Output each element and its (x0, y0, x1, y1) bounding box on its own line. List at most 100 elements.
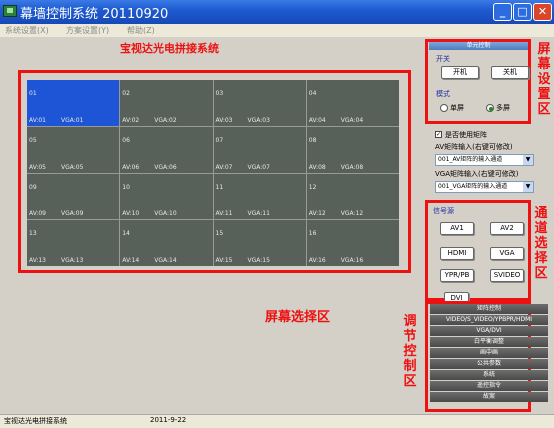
screen-cell-vga: VGA:09 (61, 210, 84, 218)
screen-cell[interactable]: 05 AV:05 VGA:05 (27, 126, 120, 173)
screen-cell-num: 16 (308, 230, 317, 238)
signal-hdmi-button[interactable]: HDMI (440, 247, 474, 260)
maximize-button[interactable]: □ (513, 3, 532, 21)
unit-control-title: 单元控制 (429, 42, 528, 50)
screen-cell-num: 08 (308, 136, 317, 144)
close-icon: ✕ (537, 5, 548, 18)
screen-cell-av: AV:07 (215, 163, 233, 171)
screen-cell-av: AV:05 (29, 163, 46, 171)
screen-cell-av: AV:08 (308, 163, 326, 171)
screen-cell-av: AV:01 (29, 116, 46, 124)
screen-cell-vga: VGA:16 (340, 257, 364, 264)
screen-cell[interactable]: 08 AV:08 VGA:08 (306, 126, 399, 173)
screen-cell-num: 12 (308, 183, 317, 191)
screen-cell[interactable]: 02 AV:02 VGA:02 (120, 80, 213, 126)
screen-cell[interactable]: 12 AV:12 VGA:12 (306, 173, 399, 220)
accordion-remote-commands[interactable]: 遥控指令 (430, 381, 548, 391)
accordion-pip[interactable]: 画中画 (430, 348, 548, 358)
menu-scheme-settings[interactable]: 方案设置(Y) (66, 25, 109, 36)
screen-cell-num: 09 (29, 183, 37, 191)
signal-av1-button[interactable]: AV1 (440, 222, 474, 235)
screen-cell-num: 14 (122, 230, 130, 238)
minimize-button[interactable]: _ (493, 3, 512, 21)
screen-cell[interactable]: 15 AV:15 VGA:15 (213, 220, 306, 266)
screen-cell-vga: VGA:14 (154, 257, 177, 264)
close-button[interactable]: ✕ (533, 3, 552, 21)
signal-svideo-button[interactable]: SVIDEO (490, 269, 524, 282)
screen-cell[interactable]: 04 AV:04 VGA:04 (306, 80, 399, 126)
signal-ypr-button[interactable]: YPR/PB (440, 269, 474, 282)
adjust-control-annotation: 调节控制区 (403, 314, 417, 389)
screen-cell-vga: VGA:12 (340, 210, 364, 218)
screen-cell[interactable]: 06 AV:06 VGA:06 (120, 126, 213, 173)
screen-cell-num: 11 (215, 183, 224, 191)
screen-cell-num: 10 (122, 183, 130, 191)
use-matrix-label: 是否使用矩阵 (445, 131, 487, 139)
screen-cell-av: AV:03 (215, 116, 233, 124)
screen-cell[interactable]: 13 AV:13 VGA:13 (27, 220, 120, 266)
screen-cell[interactable]: 01 AV:01 VGA:01 (27, 80, 120, 126)
channel-select-annotation: 通道选择区 (534, 206, 548, 281)
screen-cell-num: 04 (308, 90, 317, 97)
screen-cell-vga: VGA:08 (340, 163, 364, 171)
switch-label: 开关 (436, 55, 450, 63)
mode-label: 模式 (436, 90, 450, 98)
power-off-button[interactable]: 关机 (491, 66, 529, 79)
single-screen-label: 单屏 (450, 104, 464, 112)
signal-vga-button[interactable]: VGA (490, 247, 524, 260)
screen-area-annotation: 屏幕选择区 (265, 310, 331, 325)
screen-cell[interactable]: 09 AV:09 VGA:09 (27, 173, 120, 220)
screen-cell-av: AV:12 (308, 210, 326, 218)
screen-cell[interactable]: 11 AV:11 VGA:11 (213, 173, 306, 220)
chevron-down-icon: ▼ (523, 182, 533, 192)
screen-cell-vga: VGA:04 (340, 116, 364, 124)
screen-cell-vga: VGA:15 (247, 257, 270, 264)
vga-input-label: VGA矩阵输入(右键可修改) (435, 170, 519, 178)
screen-cell-num: 05 (29, 136, 37, 144)
screen-cell[interactable]: 03 AV:03 VGA:03 (213, 80, 306, 126)
screen-cell[interactable]: 10 AV:10 VGA:10 (120, 173, 213, 220)
accordion-video[interactable]: VIDEO/S_VIDEO/YPBPR/HDMI (430, 315, 548, 325)
signal-av2-button[interactable]: AV2 (490, 222, 524, 235)
vga-input-select[interactable]: 001_VGA矩阵的输入通道 ▼ (435, 181, 534, 193)
screen-cell-num: 13 (29, 230, 37, 238)
accordion-white-balance[interactable]: 白平衡调整 (430, 337, 548, 347)
accordion-matrix-control[interactable]: 矩阵控制 (430, 304, 548, 314)
screen-cell-vga: VGA:02 (154, 116, 177, 124)
minimize-icon: _ (499, 5, 506, 18)
heading-annotation: 宝视达光电拼接系统 (120, 42, 219, 55)
screen-cell-av: AV:14 (122, 257, 140, 264)
multi-screen-radio[interactable] (486, 104, 494, 112)
screen-cell-av: AV:04 (308, 116, 326, 124)
screen-cell-vga: VGA:07 (247, 163, 270, 171)
screen-cell[interactable]: 14 AV:14 VGA:14 (120, 220, 213, 266)
av-input-label: AV矩阵输入(右键可修改) (435, 143, 513, 151)
accordion-vga-dvi[interactable]: VGA/DVI (430, 326, 548, 336)
accordion-common-params[interactable]: 公共参数 (430, 359, 548, 369)
screen-cell-vga: VGA:10 (154, 210, 177, 218)
vga-input-value: 001_VGA矩阵的输入通道 (438, 183, 508, 190)
screen-cell-vga: VGA:01 (61, 116, 84, 124)
app-icon (3, 5, 17, 17)
menu-help[interactable]: 帮助(Z) (127, 25, 155, 36)
screen-cell[interactable]: 16 AV:16 VGA:16 (306, 220, 399, 266)
screen-cell[interactable]: 07 AV:07 VGA:07 (213, 126, 306, 173)
screen-cell-av: AV:15 (215, 257, 233, 264)
status-bar (0, 414, 554, 428)
single-screen-radio[interactable] (440, 104, 448, 112)
status-app-name: 宝视达光电拼接系统 (4, 417, 67, 425)
screen-cell-num: 01 (29, 90, 37, 97)
menu-system-settings[interactable]: 系统设置(X) (5, 25, 49, 36)
chevron-down-icon: ▼ (523, 155, 533, 165)
accordion-system[interactable]: 系统 (430, 370, 548, 380)
screen-cell-num: 07 (215, 136, 224, 144)
screen-cell-av: AV:09 (29, 210, 46, 218)
av-input-select[interactable]: 001_AV矩阵的输入通道 ▼ (435, 154, 534, 166)
signal-source-label: 信号源 (433, 207, 454, 215)
accordion-scheme[interactable]: 故案 (430, 392, 548, 402)
power-on-button[interactable]: 开机 (441, 66, 479, 79)
status-date: 2011-9-22 (150, 416, 187, 424)
screen-cell-av: AV:06 (122, 163, 140, 171)
use-matrix-checkbox[interactable]: ✓ (435, 131, 442, 138)
screen-cell-num: 15 (215, 230, 224, 238)
